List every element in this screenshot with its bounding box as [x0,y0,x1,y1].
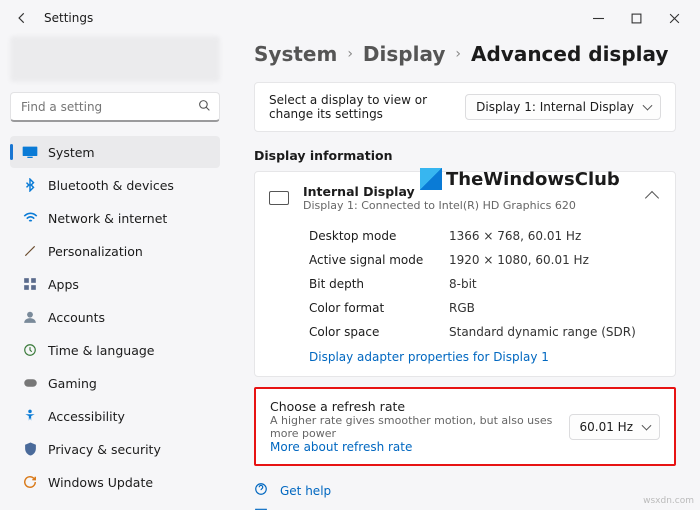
get-help-link[interactable]: Get help [280,484,331,498]
chevron-right-icon: › [347,46,353,62]
nav-label: Gaming [48,376,97,391]
select-display-prompt: Select a display to view or change its s… [269,93,453,121]
shield-icon [22,441,38,457]
select-display-row: Select a display to view or change its s… [254,82,676,132]
section-display-info: Display information [254,148,676,163]
nav-accessibility[interactable]: Accessibility [10,400,220,432]
adapter-properties-link[interactable]: Display adapter properties for Display 1 [309,350,549,364]
watermark-text: TheWindowsClub [446,169,620,190]
nav-label: Windows Update [48,475,153,490]
crumb-current: Advanced display [471,42,668,66]
nav-label: Apps [48,277,79,292]
display-selector[interactable]: Display 1: Internal Display [465,94,661,120]
main-content: System › Display › Advanced display Sele… [230,36,700,510]
refresh-rate-row: Choose a refresh rate A higher rate give… [254,387,676,466]
nav-time-language[interactable]: Time & language [10,334,220,366]
crumb-system[interactable]: System [254,42,337,66]
refresh-desc: A higher rate gives smoother motion, but… [270,414,555,440]
system-icon [22,144,38,160]
prop-row: Active signal mode1920 × 1080, 60.01 Hz [255,248,675,272]
user-avatar[interactable] [10,36,220,82]
search-icon [198,99,211,115]
window-title: Settings [44,11,93,25]
breadcrumb: System › Display › Advanced display [254,42,676,66]
accounts-icon [22,309,38,325]
nav-label: Privacy & security [48,442,161,457]
prop-row: Bit depth8-bit [255,272,675,296]
search-input[interactable] [21,100,191,114]
nav-label: System [48,145,95,160]
apps-icon [22,276,38,292]
nav-apps[interactable]: Apps [10,268,220,300]
display-info-card: Internal Display Display 1: Connected to… [254,171,676,377]
nav-label: Time & language [48,343,154,358]
wifi-icon [22,210,38,226]
sidebar: System Bluetooth & devices Network & int… [0,36,230,510]
nav-privacy[interactable]: Privacy & security [10,433,220,465]
nav-bluetooth[interactable]: Bluetooth & devices [10,169,220,201]
get-help-row[interactable]: Get help [254,478,676,503]
nav-network[interactable]: Network & internet [10,202,220,234]
chevron-right-icon: › [455,46,461,62]
prop-row: Color spaceStandard dynamic range (SDR) [255,320,675,344]
help-icon [254,482,270,499]
nav-label: Bluetooth & devices [48,178,174,193]
nav-label: Accounts [48,310,105,325]
nav-list: System Bluetooth & devices Network & int… [10,136,220,498]
minimize-button[interactable] [586,6,610,30]
prop-row: Color formatRGB [255,296,675,320]
refresh-title: Choose a refresh rate [270,399,555,414]
nav-label: Personalization [48,244,143,259]
chevron-up-icon [645,191,659,205]
display-sub: Display 1: Connected to Intel(R) HD Grap… [303,199,633,212]
titlebar: Settings [0,0,700,36]
brush-icon [22,243,38,259]
nav-personalization[interactable]: Personalization [10,235,220,267]
search-box[interactable] [10,92,220,122]
close-button[interactable] [662,6,686,30]
refresh-more-link[interactable]: More about refresh rate [270,440,412,454]
watermark: TheWindowsClub [420,168,620,190]
back-button[interactable] [8,4,36,32]
nav-gaming[interactable]: Gaming [10,367,220,399]
give-feedback-row[interactable]: Give feedback [254,503,676,510]
accessibility-icon [22,408,38,424]
refresh-rate-selector[interactable]: 60.01 Hz [569,414,661,440]
footer-attribution: wsxdn.com [643,496,694,506]
nav-label: Accessibility [48,409,125,424]
update-icon [22,474,38,490]
nav-accounts[interactable]: Accounts [10,301,220,333]
prop-row: Desktop mode1366 × 768, 60.01 Hz [255,224,675,248]
nav-label: Network & internet [48,211,167,226]
maximize-button[interactable] [624,6,648,30]
monitor-icon [269,191,289,205]
window-controls [586,6,692,30]
gaming-icon [22,375,38,391]
bluetooth-icon [22,177,38,193]
time-icon [22,342,38,358]
nav-windows-update[interactable]: Windows Update [10,466,220,498]
crumb-display[interactable]: Display [363,42,445,66]
watermark-logo-icon [420,168,442,190]
nav-system[interactable]: System [10,136,220,168]
